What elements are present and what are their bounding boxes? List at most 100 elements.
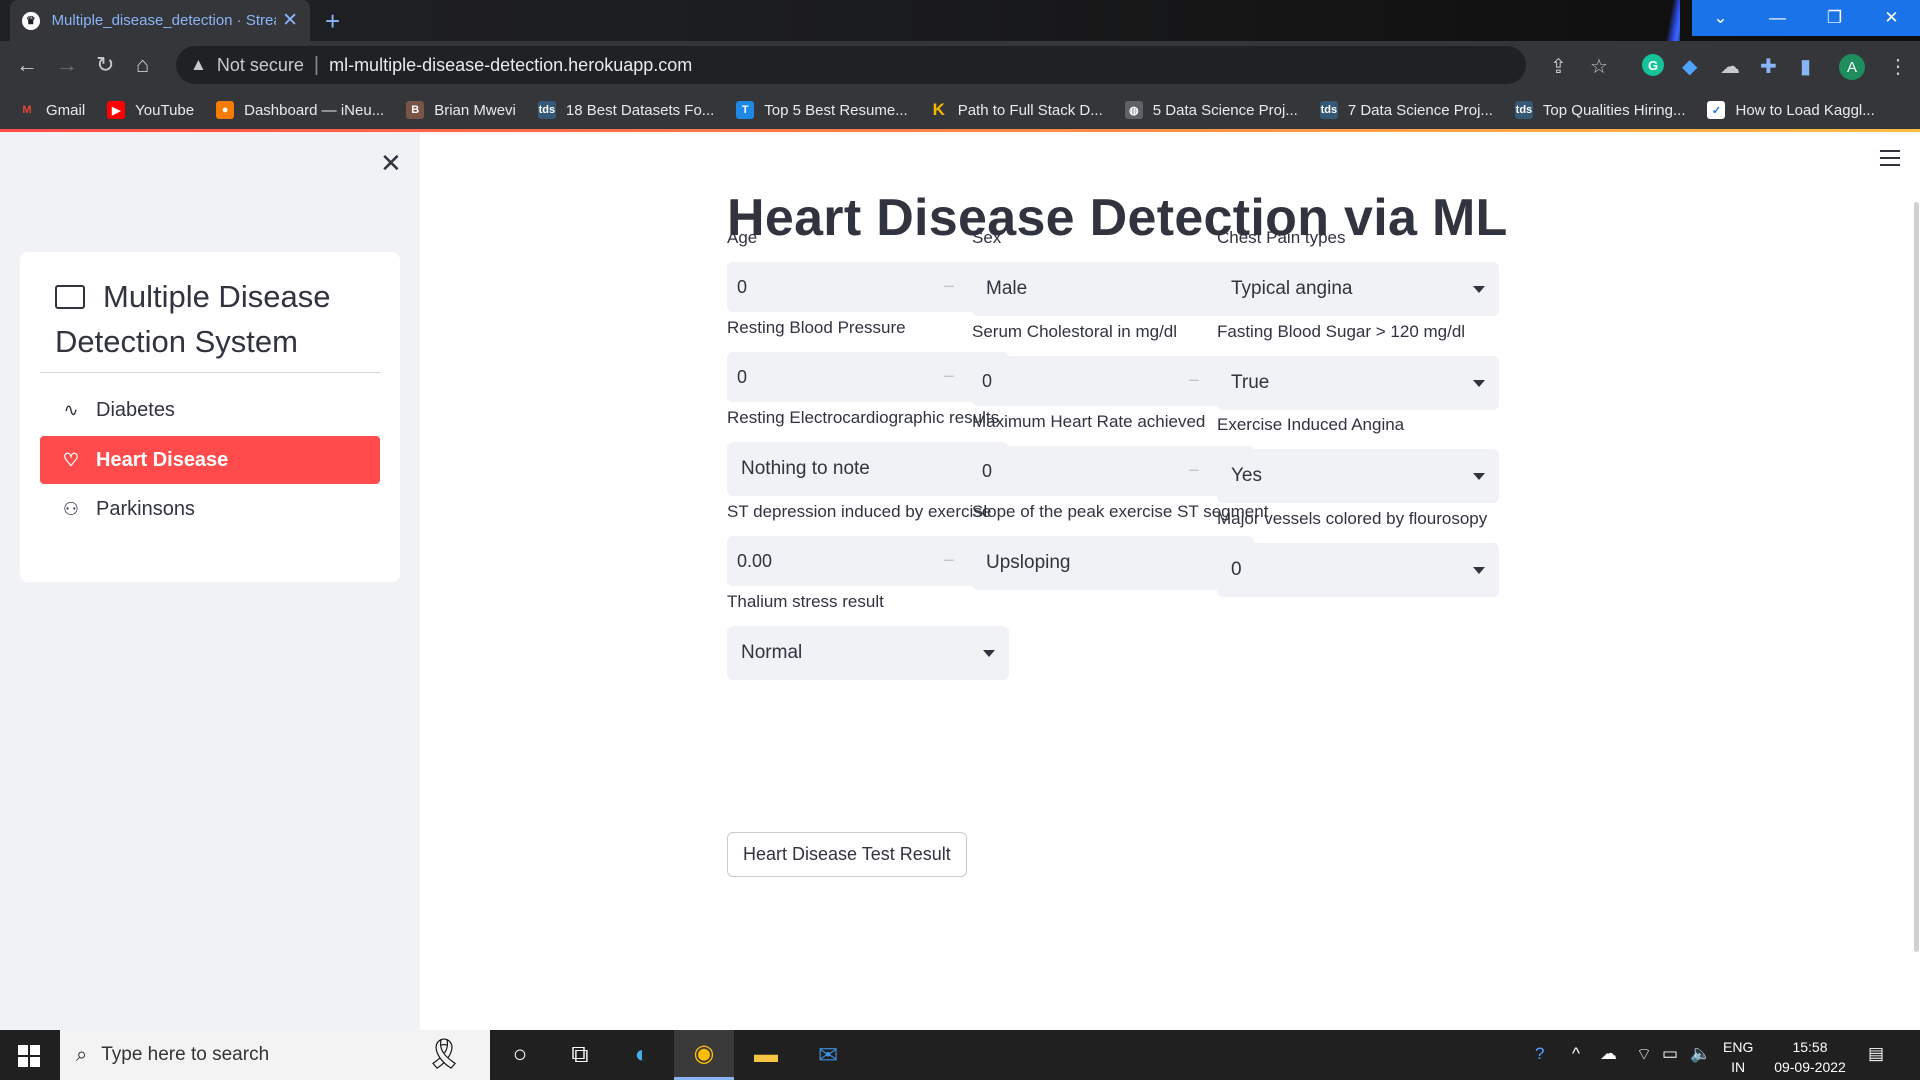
restore-button[interactable]: ❐: [1806, 0, 1863, 36]
select-dropdown[interactable]: Typical angina: [1217, 262, 1499, 316]
number-input[interactable]: 0−+: [727, 262, 1009, 312]
file-explorer-icon[interactable]: ▬: [736, 1030, 796, 1080]
windows-start-icon[interactable]: [18, 1045, 40, 1067]
form-field: Resting Blood Pressure 0−+: [727, 318, 1009, 402]
browser-tab[interactable]: ♛ Multiple_disease_detection · Streamlit…: [10, 0, 310, 41]
bookmark-item[interactable]: ✓ How to Load Kaggl...: [1707, 101, 1875, 119]
tds-icon: tds: [537, 101, 556, 119]
notifications-icon[interactable]: ▤: [1868, 1044, 1884, 1064]
region-code: IN: [1731, 1059, 1746, 1075]
home-icon[interactable]: ⌂: [136, 52, 149, 78]
caret-down-icon: [1473, 566, 1485, 574]
field-label: Resting Blood Pressure: [727, 318, 906, 337]
wifi-icon[interactable]: ⌔: [1636, 1044, 1652, 1065]
sidebar-item-heart-disease[interactable]: ♡ Heart Disease: [40, 436, 380, 484]
number-input[interactable]: 0.00−+: [727, 536, 1009, 586]
sidebar-item-parkinsons[interactable]: ⚇ Parkinsons: [40, 485, 380, 533]
selected-value: Normal: [741, 642, 803, 663]
form-field: Major vessels colored by flourosopy 0: [1217, 509, 1499, 597]
profile-avatar[interactable]: A: [1839, 54, 1865, 80]
decrement-button[interactable]: −: [929, 276, 969, 299]
bookmark-item[interactable]: B Brian Mwevi: [406, 101, 516, 119]
test-result-button[interactable]: Heart Disease Test Result: [727, 832, 967, 877]
decrement-button[interactable]: −: [929, 550, 969, 573]
cortana-icon[interactable]: ○: [490, 1030, 550, 1080]
avatar-icon: B: [406, 101, 425, 119]
tab-close-icon[interactable]: ✕: [282, 9, 298, 32]
grammarly-icon[interactable]: G: [1642, 54, 1664, 76]
side-panel-icon[interactable]: ▮: [1800, 54, 1811, 79]
bookmark-item[interactable]: ▶ YouTube: [107, 101, 194, 119]
bookmark-item[interactable]: ● Dashboard — iNeu...: [216, 101, 384, 119]
kebab-menu-icon[interactable]: ⋮: [1888, 54, 1908, 79]
number-value[interactable]: 0: [972, 461, 1174, 482]
bookmark-item[interactable]: T Top 5 Best Resume...: [736, 101, 908, 119]
select-dropdown[interactable]: Male: [972, 262, 1254, 316]
task-view-icon[interactable]: ⧉: [550, 1030, 610, 1080]
decrement-button[interactable]: −: [1174, 370, 1214, 393]
battery-icon[interactable]: ▭: [1662, 1044, 1678, 1064]
field-label: Major vessels colored by flourosopy: [1217, 509, 1488, 528]
help-icon[interactable]: ?: [1535, 1044, 1544, 1064]
select-dropdown[interactable]: Nothing to note: [727, 442, 1009, 496]
new-tab-button[interactable]: +: [325, 6, 340, 37]
bookmark-item[interactable]: ◍ 5 Data Science Proj...: [1124, 101, 1298, 119]
number-input[interactable]: 0−+: [727, 352, 1009, 402]
select-dropdown[interactable]: 0: [1217, 543, 1499, 597]
number-value[interactable]: 0.00: [727, 551, 929, 572]
close-sidebar-icon[interactable]: ✕: [380, 148, 402, 179]
language-indicator[interactable]: ENG IN: [1723, 1037, 1753, 1077]
forward-arrow-icon[interactable]: →: [56, 52, 78, 78]
bookmark-star-icon[interactable]: ☆: [1590, 54, 1608, 79]
onedrive-icon[interactable]: ☁: [1600, 1044, 1617, 1064]
chrome-icon[interactable]: ◉: [674, 1030, 734, 1080]
youtube-icon: ▶: [107, 101, 126, 119]
url-text[interactable]: ml-multiple-disease-detection.herokuapp.…: [329, 55, 692, 76]
cast-icon: [55, 285, 85, 309]
number-input[interactable]: 0−+: [972, 446, 1254, 496]
number-value[interactable]: 0: [972, 371, 1174, 392]
sidebar: ✕ Multiple Disease Detection System ∿ Di…: [0, 132, 420, 1030]
bookmark-item[interactable]: tds Top Qualities Hiring...: [1514, 101, 1685, 119]
bookmark-label: Path to Full Stack D...: [957, 101, 1103, 119]
clock[interactable]: 15:58 09-09-2022: [1770, 1037, 1850, 1077]
form-field: Fasting Blood Sugar > 120 mg/dl True: [1217, 322, 1499, 410]
puzzle-extensions-icon[interactable]: ✚: [1760, 54, 1777, 79]
number-input[interactable]: 0−+: [972, 356, 1254, 406]
hamburger-menu-icon[interactable]: [1880, 150, 1900, 171]
address-bar[interactable]: ▲ Not secure | ml-multiple-disease-detec…: [176, 46, 1526, 84]
bookmark-item[interactable]: M Gmail: [18, 101, 85, 119]
mail-icon[interactable]: ✉: [798, 1030, 858, 1080]
back-arrow-icon[interactable]: ←: [16, 52, 38, 78]
volume-icon[interactable]: 🔈: [1690, 1044, 1711, 1064]
bookmark-item[interactable]: tds 18 Best Datasets Fo...: [537, 101, 714, 119]
decrement-button[interactable]: −: [929, 366, 969, 389]
chevron-up-icon[interactable]: ^: [1572, 1044, 1580, 1064]
security-label[interactable]: Not secure: [217, 55, 304, 76]
bookmark-item[interactable]: K Path to Full Stack D...: [930, 100, 1103, 119]
tab-search-button[interactable]: ⌄: [1692, 0, 1749, 36]
select-dropdown[interactable]: Yes: [1217, 449, 1499, 503]
select-dropdown[interactable]: True: [1217, 356, 1499, 410]
bookmark-item[interactable]: tds 7 Data Science Proj...: [1319, 101, 1493, 119]
number-value[interactable]: 0: [727, 367, 929, 388]
select-dropdown[interactable]: Upsloping: [972, 536, 1254, 590]
select-dropdown[interactable]: Normal: [727, 626, 1009, 680]
activity-icon: ∿: [63, 399, 79, 420]
menu-title: Multiple Disease Detection System: [55, 274, 385, 364]
form-field: Serum Cholestoral in mg/dl 0−+: [972, 322, 1254, 406]
close-window-button[interactable]: ✕: [1863, 0, 1920, 36]
share-icon[interactable]: ⇪: [1550, 54, 1567, 79]
field-label: Sex: [972, 228, 1002, 247]
cloud-extension-icon[interactable]: ☁: [1720, 54, 1740, 79]
number-value[interactable]: 0: [727, 277, 929, 298]
edge-icon[interactable]: ◐: [612, 1030, 672, 1080]
person-icon: ⚇: [62, 498, 80, 519]
scrollbar[interactable]: [1914, 202, 1919, 952]
diamond-extension-icon[interactable]: ◆: [1682, 54, 1697, 79]
minimize-button[interactable]: —: [1749, 0, 1806, 36]
sidebar-item-diabetes[interactable]: ∿ Diabetes: [40, 386, 380, 434]
search-placeholder: Type here to search: [101, 1044, 270, 1065]
decrement-button[interactable]: −: [1174, 460, 1214, 483]
reload-icon[interactable]: ↻: [96, 52, 114, 78]
